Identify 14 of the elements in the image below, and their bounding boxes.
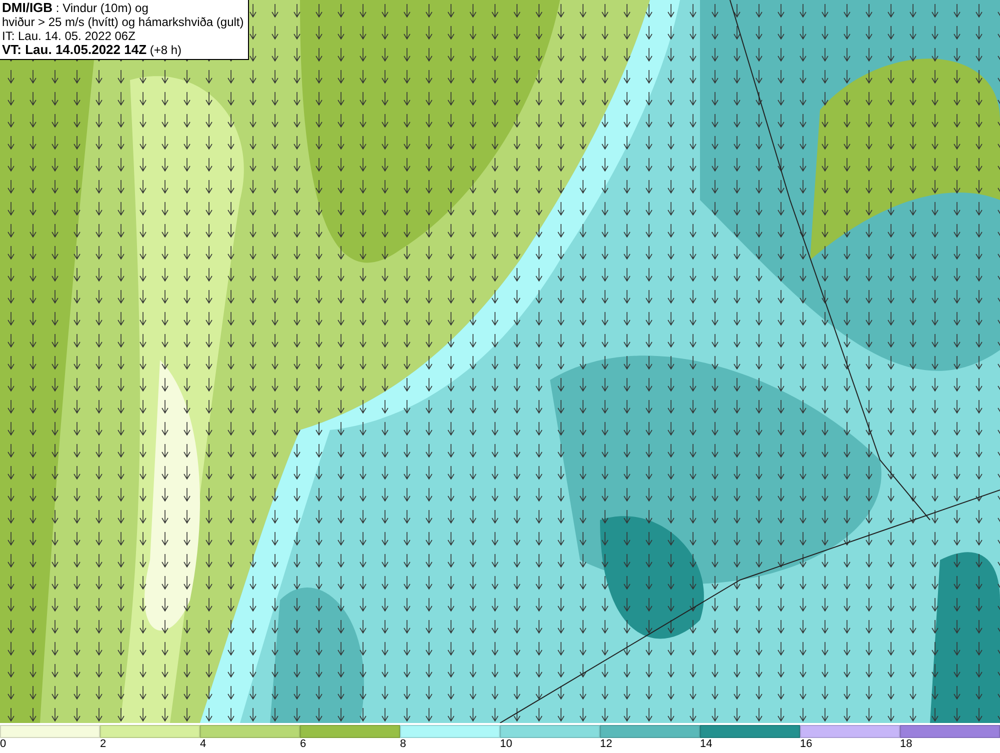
- info-text: IT: Lau. 14. 05. 2022 06Z: [2, 29, 136, 43]
- legend-label: 10: [500, 738, 512, 751]
- legend-label: 2: [100, 738, 106, 751]
- legend-label: 4: [200, 738, 206, 751]
- legend-label: 8: [400, 738, 406, 751]
- info-text: hviður > 25 m/s (hvítt) og hámarkshviða (gult): [2, 15, 244, 29]
- legend-label: 18: [900, 738, 912, 751]
- legend-label: 6: [300, 738, 306, 751]
- legend-label: 16: [800, 738, 812, 751]
- legend-label: 12: [600, 738, 612, 751]
- legend-label: 0: [0, 738, 6, 751]
- legend-label: 14: [700, 738, 712, 751]
- info-text: VT: Lau. 14.05.2022 14Z (+8 h): [2, 43, 183, 57]
- info-text: DMI/IGB : Vindur (10m) og: [2, 1, 150, 15]
